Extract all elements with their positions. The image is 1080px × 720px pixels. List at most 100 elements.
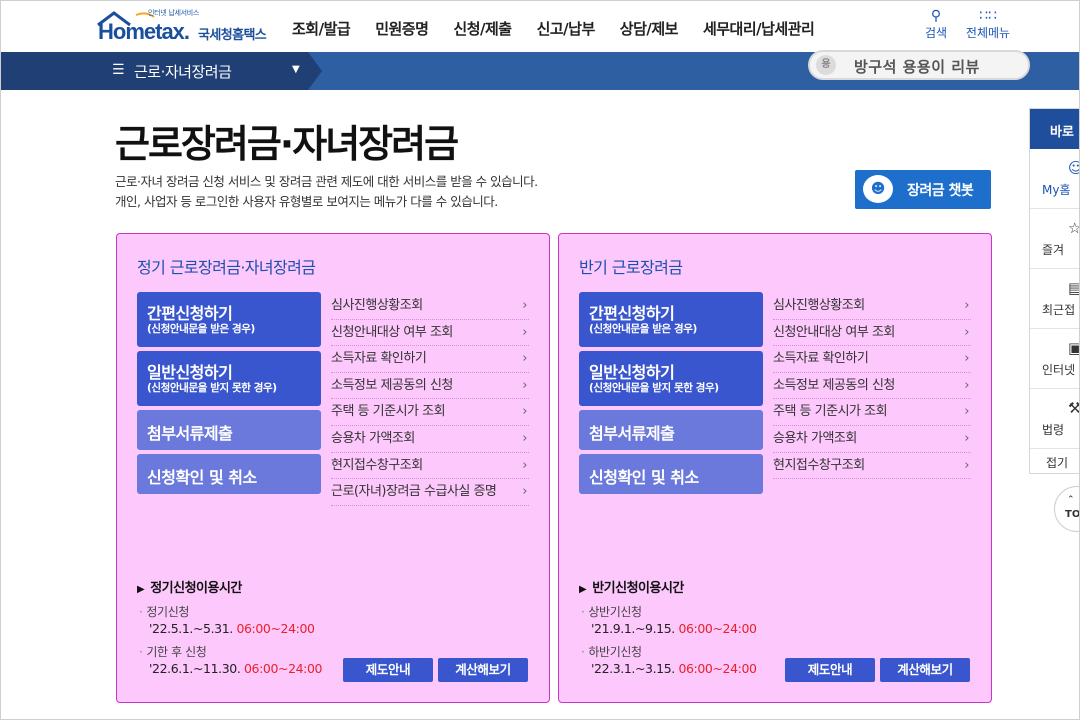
link-housing-price[interactable]: 주택 등 기준시가 조회 › [773,399,971,426]
hours-time-text: 06:00~24:00 [243,661,323,676]
hours-label-text: 상반기신청 [588,605,642,619]
hours-date: '22.5.1.~5.31. 06:00~24:00 [149,621,315,636]
link-income-consent[interactable]: 소득정보 제공동의 신청 › [331,373,529,400]
triangle-right-icon: ▶ [579,584,587,595]
link-income-consent[interactable]: 소득정보 제공동의 신청 › [773,373,971,400]
general-apply-button[interactable]: 일반신청하기 (신청안내문을 받지 못한 경우) [579,351,763,406]
gavel-icon: ⚒ [1068,399,1080,417]
quick-law[interactable]: ⚒ 법령 [1030,389,1080,449]
link-review-status[interactable]: 심사진행상황조회 › [331,293,529,320]
page-title: 근로장려금·자녀장려금 [115,122,459,166]
quick-myhome[interactable]: ☺ My홈 [1030,149,1080,209]
link-receipt-certificate[interactable]: 근로(자녀)장려금 수급사실 증명 › [331,479,529,506]
global-nav: 조회/발급 민원증명 신청/제출 신고/납부 상담/제보 세무대리/납세관리 [292,18,839,39]
nav-inquiry-issue[interactable]: 조회/발급 [292,18,351,39]
grid-icon: ∷∷ [979,8,997,24]
hours-title: ▶ 반기신청이용시간 [579,577,684,596]
monitor-icon: ▣ [1068,339,1080,357]
chevron-right-icon: › [522,377,527,393]
chatbot-label: 장려금 챗봇 [907,183,974,199]
hours-label: · 하반기신청 [581,645,642,659]
quick-menu-head: 바로 [1030,109,1080,149]
link-car-value[interactable]: 승용차 가액조회 › [773,426,971,453]
chevron-right-icon: › [522,430,527,446]
hours-time-text: 06:00~24:00 [678,621,757,636]
general-apply-button[interactable]: 일반신청하기 (신청안내문을 받지 못한 경우) [137,351,321,406]
link-local-counter[interactable]: 현지접수창구조회 › [773,453,971,480]
hours-date: '22.3.1.~3.15. 06:00~24:00 [591,661,757,676]
logo-tagline: 인터넷 납세서비스 [148,9,200,17]
link-label: 주택 등 기준시가 조회 [331,404,446,420]
link-label: 심사진행상황조회 [773,298,865,313]
simple-apply-button[interactable]: 간편신청하기 (신청안내문을 받은 경우) [137,292,321,347]
nav-tax-agent[interactable]: 세무대리/납세관리 [703,18,815,39]
quick-label: My홈 [1042,183,1071,197]
button-label: 첨부서류제출 [589,424,675,443]
attach-documents-button[interactable]: 첨부서류제출 [137,410,321,450]
nav-apply-submit[interactable]: 신청/제출 [453,18,512,39]
desc-line: 개인, 사업자 등 로그인한 사용자 유형별로 보여지는 메뉴가 다를 수 있습… [115,194,498,209]
calculate-button[interactable]: 계산해보기 [438,658,528,682]
link-income-data[interactable]: 소득자료 확인하기 › [773,346,971,373]
system-info-button[interactable]: 제도안내 [343,658,433,682]
caret-down-icon[interactable]: ▼ [292,64,300,75]
hours-date-text: '22.6.1.~11.30. [149,661,241,676]
nav-report-pay[interactable]: 신고/납부 [537,18,596,39]
link-eligibility-check[interactable]: 신청안내대상 여부 조회 › [773,320,971,347]
link-housing-price[interactable]: 주택 등 기준시가 조회 › [331,399,529,426]
confirm-cancel-button[interactable]: 신청확인 및 취소 [137,454,321,494]
hours-date-text: '21.9.1.~9.15. [591,621,675,636]
search-icon: ⚲ [930,8,942,24]
category-label[interactable]: 근로·자녀장려금 [134,61,232,82]
system-info-button[interactable]: 제도안내 [785,658,875,682]
badge-icon: 용 [816,55,836,75]
attach-documents-button[interactable]: 첨부서류제출 [579,410,763,450]
chevron-right-icon: › [964,430,969,446]
star-icon: ☆ [1068,219,1080,237]
chevron-right-icon: › [522,404,527,420]
hometax-logo[interactable]: 인터넷 납세서비스 Hometax. 국세청홈택스 [96,7,276,47]
link-label: 심사진행상황조회 [331,298,423,313]
calculate-button[interactable]: 계산해보기 [880,658,970,682]
link-label: 승용차 가액조회 [773,430,857,446]
nav-civil-certificate[interactable]: 민원증명 [375,18,429,39]
link-eligibility-check[interactable]: 신청안내대상 여부 조회 › [331,320,529,347]
chevron-right-icon: › [964,377,969,393]
all-menu-button[interactable]: ∷∷ 전체메뉴 [960,8,1016,41]
search-label: 검색 [924,26,948,40]
hours-date-text: '22.5.1.~5.31. [149,621,233,636]
chevron-right-icon: › [522,484,527,500]
hours-title-text: 반기신청이용시간 [592,581,684,596]
category-arrow [308,52,322,90]
chatbot-icon: ☻ [863,175,893,203]
simple-apply-button[interactable]: 간편신청하기 (신청안내문을 받은 경우) [579,292,763,347]
quick-favorites[interactable]: ☆ 즐겨 [1030,209,1080,269]
link-car-value[interactable]: 승용차 가액조회 › [331,426,529,453]
quick-internet[interactable]: ▣ 인터넷 [1030,329,1080,389]
quick-recent[interactable]: ▤ 최근접 [1030,269,1080,329]
scroll-top-button[interactable]: ⌃ TO [1054,486,1080,532]
link-review-status[interactable]: 심사진행상황조회 › [773,293,971,320]
link-local-counter[interactable]: 현지접수창구조회 › [331,453,529,480]
hours-time-text: 06:00~24:00 [678,661,757,676]
chatbot-button[interactable]: ☻ 장려금 챗봇 [855,170,991,209]
link-income-data[interactable]: 소득자료 확인하기 › [331,346,529,373]
search-button[interactable]: ⚲ 검색 [920,8,952,41]
top-header: 인터넷 납세서비스 Hometax. 국세청홈택스 조회/발급 민원증명 신청/… [0,0,1080,52]
chevron-right-icon: › [522,457,527,473]
button-sublabel: (신청안내문을 받은 경우) [147,323,255,335]
chevron-right-icon: › [522,298,527,313]
quick-menu: 바로 ☺ My홈 ☆ 즐겨 ▤ 최근접 ▣ 인터넷 ⚒ 법령 접기 [1029,108,1080,474]
quick-collapse[interactable]: 접기 [1030,449,1080,475]
quick-label: 접기 [1046,456,1069,470]
confirm-cancel-button[interactable]: 신청확인 및 취소 [579,454,763,494]
hours-label-text: 하반기신청 [588,645,642,659]
hours-date: '21.9.1.~9.15. 06:00~24:00 [591,621,757,636]
button-sublabel: (신청안내문을 받지 못한 경우) [147,382,277,394]
triangle-right-icon: ▶ [137,584,145,595]
nav-consult-report[interactable]: 상담/제보 [620,18,679,39]
button-sublabel: (신청안내문을 받은 경우) [589,323,697,335]
button-label: 첨부서류제출 [147,424,233,443]
recent-icon: ▤ [1068,279,1080,297]
chevron-right-icon: › [964,351,969,367]
